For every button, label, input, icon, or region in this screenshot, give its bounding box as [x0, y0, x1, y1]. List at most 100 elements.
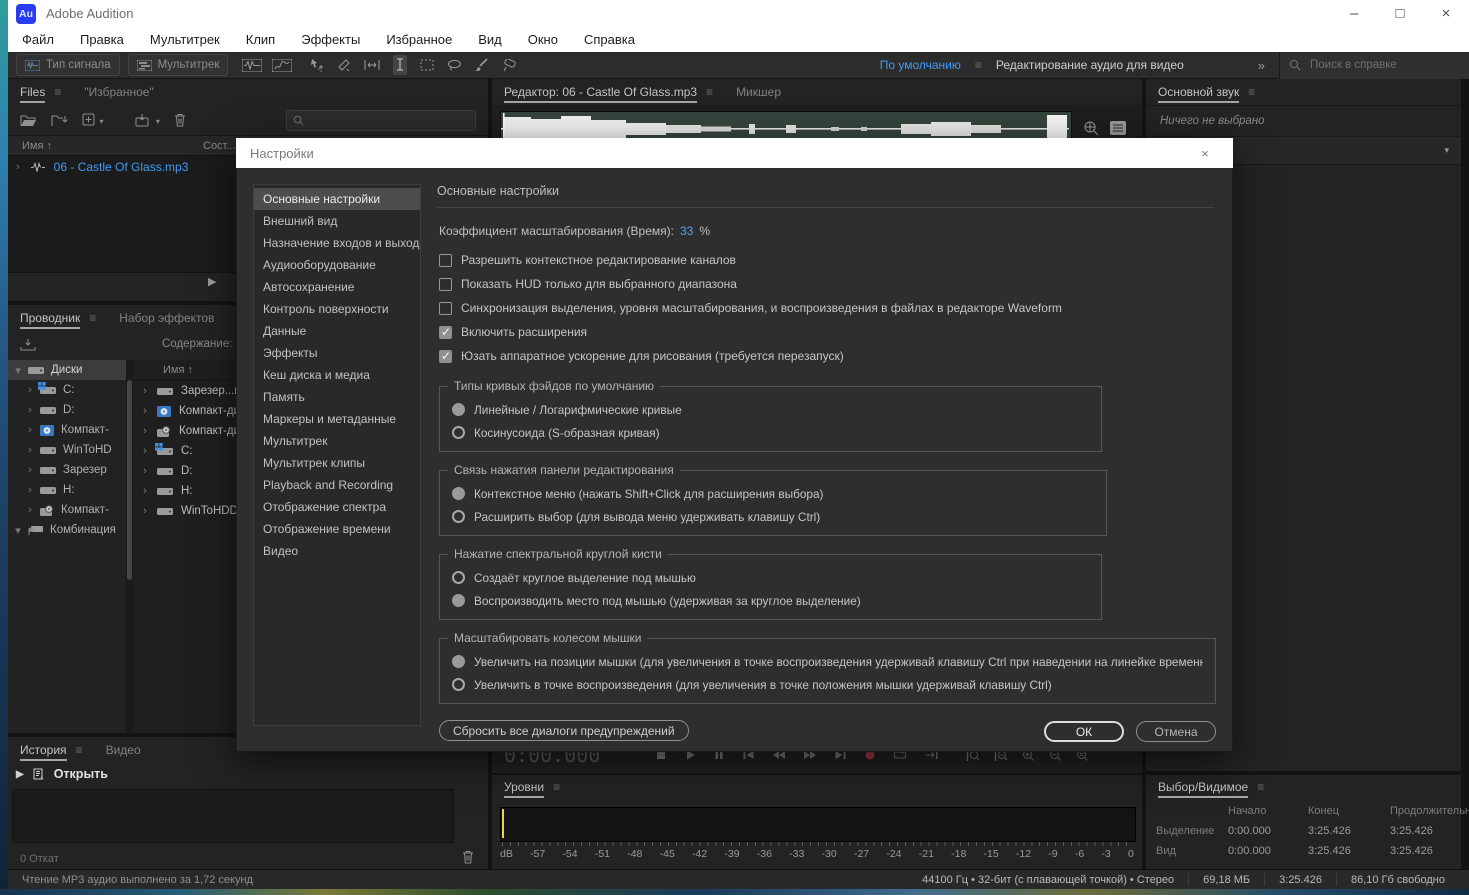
menu-item-view[interactable]: Вид [478, 32, 502, 47]
caret-right-icon[interactable]: › [20, 484, 40, 496]
radio-icon[interactable] [452, 510, 465, 523]
selection-end[interactable]: 3:25.426 [1308, 825, 1390, 837]
files-search-input[interactable] [310, 113, 464, 127]
help-search-input[interactable] [1308, 58, 1452, 72]
zoom-navigate-icon[interactable] [1082, 119, 1100, 137]
tab-essential-sound[interactable]: Основной звук [1158, 81, 1240, 103]
tree-row-wintohdd[interactable]: › WinToHD [8, 440, 126, 460]
category-multitrack[interactable]: Мультитрек [254, 430, 420, 452]
import-icon[interactable] [20, 338, 36, 351]
radio-row[interactable]: Увеличить на позиции мышки (для увеличен… [452, 650, 1203, 673]
menu-item-multitrack[interactable]: Мультитрек [150, 32, 220, 47]
minimize-button[interactable]: – [1331, 0, 1377, 27]
caret-right-icon[interactable]: › [20, 404, 40, 416]
move-tool-icon[interactable] [310, 58, 324, 72]
category-media-cache[interactable]: Кеш диска и медиа [254, 364, 420, 386]
category-time-display[interactable]: Отображение времени [254, 518, 420, 540]
tab-explorer[interactable]: Проводник [20, 307, 81, 329]
workspace-overflow-icon[interactable]: » [1258, 58, 1265, 73]
tab-history[interactable]: История [20, 739, 67, 761]
checkbox-row[interactable]: Разрешить контекстное редактирование кан… [439, 248, 1214, 272]
category-markers-metadata[interactable]: Маркеры и метаданные [254, 408, 420, 430]
dialog-title-bar[interactable]: Настройки × [236, 138, 1233, 168]
caret-down-icon[interactable]: ▾ [8, 364, 28, 377]
category-memory[interactable]: Память [254, 386, 420, 408]
tab-mixer[interactable]: Микшер [736, 81, 781, 103]
cancel-button[interactable]: Отмена [1136, 721, 1216, 742]
explorer-panel-menu-icon[interactable]: ≡ [89, 311, 96, 325]
selection-view-menu-icon[interactable]: ≡ [1257, 780, 1264, 794]
category-audio-hardware[interactable]: Аудиооборудование [254, 254, 420, 276]
view-duration[interactable]: 3:25.426 [1390, 845, 1469, 857]
checkbox-icon[interactable] [439, 325, 452, 339]
column-status[interactable]: Сост... [203, 140, 236, 152]
spectral-display-icon[interactable] [272, 58, 293, 72]
radio-icon[interactable] [452, 487, 465, 500]
radio-row[interactable]: Расширить выбор (для вывода меню удержив… [452, 505, 1094, 528]
checkbox-row[interactable]: Показать HUD только для выбранного диапа… [439, 272, 1214, 296]
menu-item-help[interactable]: Справка [584, 32, 635, 47]
view-start[interactable]: 0:00.000 [1228, 845, 1308, 857]
list-menu-icon[interactable] [1110, 121, 1126, 135]
caret-down-icon[interactable]: ▾ [8, 524, 28, 537]
radio-icon[interactable] [452, 426, 465, 439]
workspace-default-tab[interactable]: По умолчанию [880, 58, 961, 72]
checkbox-icon[interactable] [439, 349, 452, 363]
razor-tool-icon[interactable] [337, 58, 351, 72]
tree-row-reserved[interactable]: › Зарезер [8, 460, 126, 480]
selection-start[interactable]: 0:00.000 [1228, 825, 1308, 837]
caret-right-icon[interactable]: › [20, 464, 40, 476]
tab-levels[interactable]: Уровни [504, 776, 545, 798]
tab-selection-view[interactable]: Выбор/Видимое [1158, 776, 1249, 798]
tree-row-c[interactable]: › C: [8, 380, 126, 400]
ibeam-tool-active[interactable] [393, 55, 408, 75]
checkbox-row[interactable]: Синхронизация выделения, уровня масштаби… [439, 296, 1214, 320]
history-trash-icon[interactable] [462, 850, 474, 864]
tab-editor[interactable]: Редактор: 06 - Castle Of Glass.mp3 [504, 81, 698, 103]
caret-right-icon[interactable]: › [20, 424, 40, 436]
tree-row-drives[interactable]: ▾ Диски [8, 360, 126, 380]
radio-icon[interactable] [452, 594, 465, 607]
spot-heal-tool-icon[interactable] [502, 58, 517, 72]
menu-item-effects[interactable]: Эффекты [301, 32, 360, 47]
lasso-tool-icon[interactable] [447, 59, 462, 71]
tab-effects-rack[interactable]: Набор эффектов [119, 307, 214, 329]
category-video[interactable]: Видео [254, 540, 420, 562]
menu-item-window[interactable]: Окно [528, 32, 558, 47]
checkbox-row[interactable]: Юзать аппаратное ускорение для рисования… [439, 344, 1214, 368]
category-data[interactable]: Данные [254, 320, 420, 342]
waveform-view-button[interactable]: Тип сигнала [16, 54, 120, 76]
dialog-close-icon[interactable]: × [1191, 146, 1219, 161]
tab-files[interactable]: Files [20, 81, 46, 103]
tree-row-h[interactable]: › H: [8, 480, 126, 500]
checkbox-row[interactable]: Включить расширения [439, 320, 1214, 344]
checkbox-icon[interactable] [439, 253, 452, 267]
multitrack-view-button[interactable]: Мультитрек [127, 54, 229, 76]
tree-row-d[interactable]: › D: [8, 400, 126, 420]
expand-caret-icon[interactable]: › [8, 161, 30, 173]
category-effects[interactable]: Эффекты [254, 342, 420, 364]
maximize-button[interactable]: □ [1377, 0, 1423, 27]
radio-row[interactable]: Косинусоида (S-образная кривая) [452, 421, 1089, 444]
category-playback-recording[interactable]: Playback and Recording [254, 474, 420, 496]
caret-right-icon[interactable]: › [20, 444, 40, 456]
ok-button[interactable]: ОК [1044, 721, 1124, 742]
radio-row[interactable]: Контекстное меню (нажать Shift+Click для… [452, 482, 1094, 505]
tree-row-cd2[interactable]: › Компакт- [8, 500, 126, 520]
category-spectral-display[interactable]: Отображение спектра [254, 496, 420, 518]
category-control-surface[interactable]: Контроль поверхности [254, 298, 420, 320]
workspace-video-tab[interactable]: Редактирование аудио для видео [996, 58, 1184, 72]
view-end[interactable]: 3:25.426 [1308, 845, 1390, 857]
files-panel-menu-icon[interactable]: ≡ [54, 85, 61, 99]
category-multitrack-clips[interactable]: Мультитрек клипы [254, 452, 420, 474]
radio-row[interactable]: Создаёт круглое выделение под мышью [452, 566, 1089, 589]
category-appearance[interactable]: Внешний вид [254, 210, 420, 232]
close-button[interactable]: × [1423, 0, 1469, 27]
reset-warnings-button[interactable]: Сбросить все диалоги предупреждений [439, 720, 689, 741]
menu-item-favorites[interactable]: Избранное [386, 32, 452, 47]
open-folder-icon[interactable] [20, 114, 37, 127]
radio-row[interactable]: Увеличить в точке воспроизведения (для у… [452, 673, 1203, 696]
category-channel-mapping[interactable]: Назначение входов и выходов [254, 232, 420, 254]
import-file-icon[interactable] [51, 114, 68, 127]
caret-right-icon[interactable]: › [20, 504, 40, 516]
